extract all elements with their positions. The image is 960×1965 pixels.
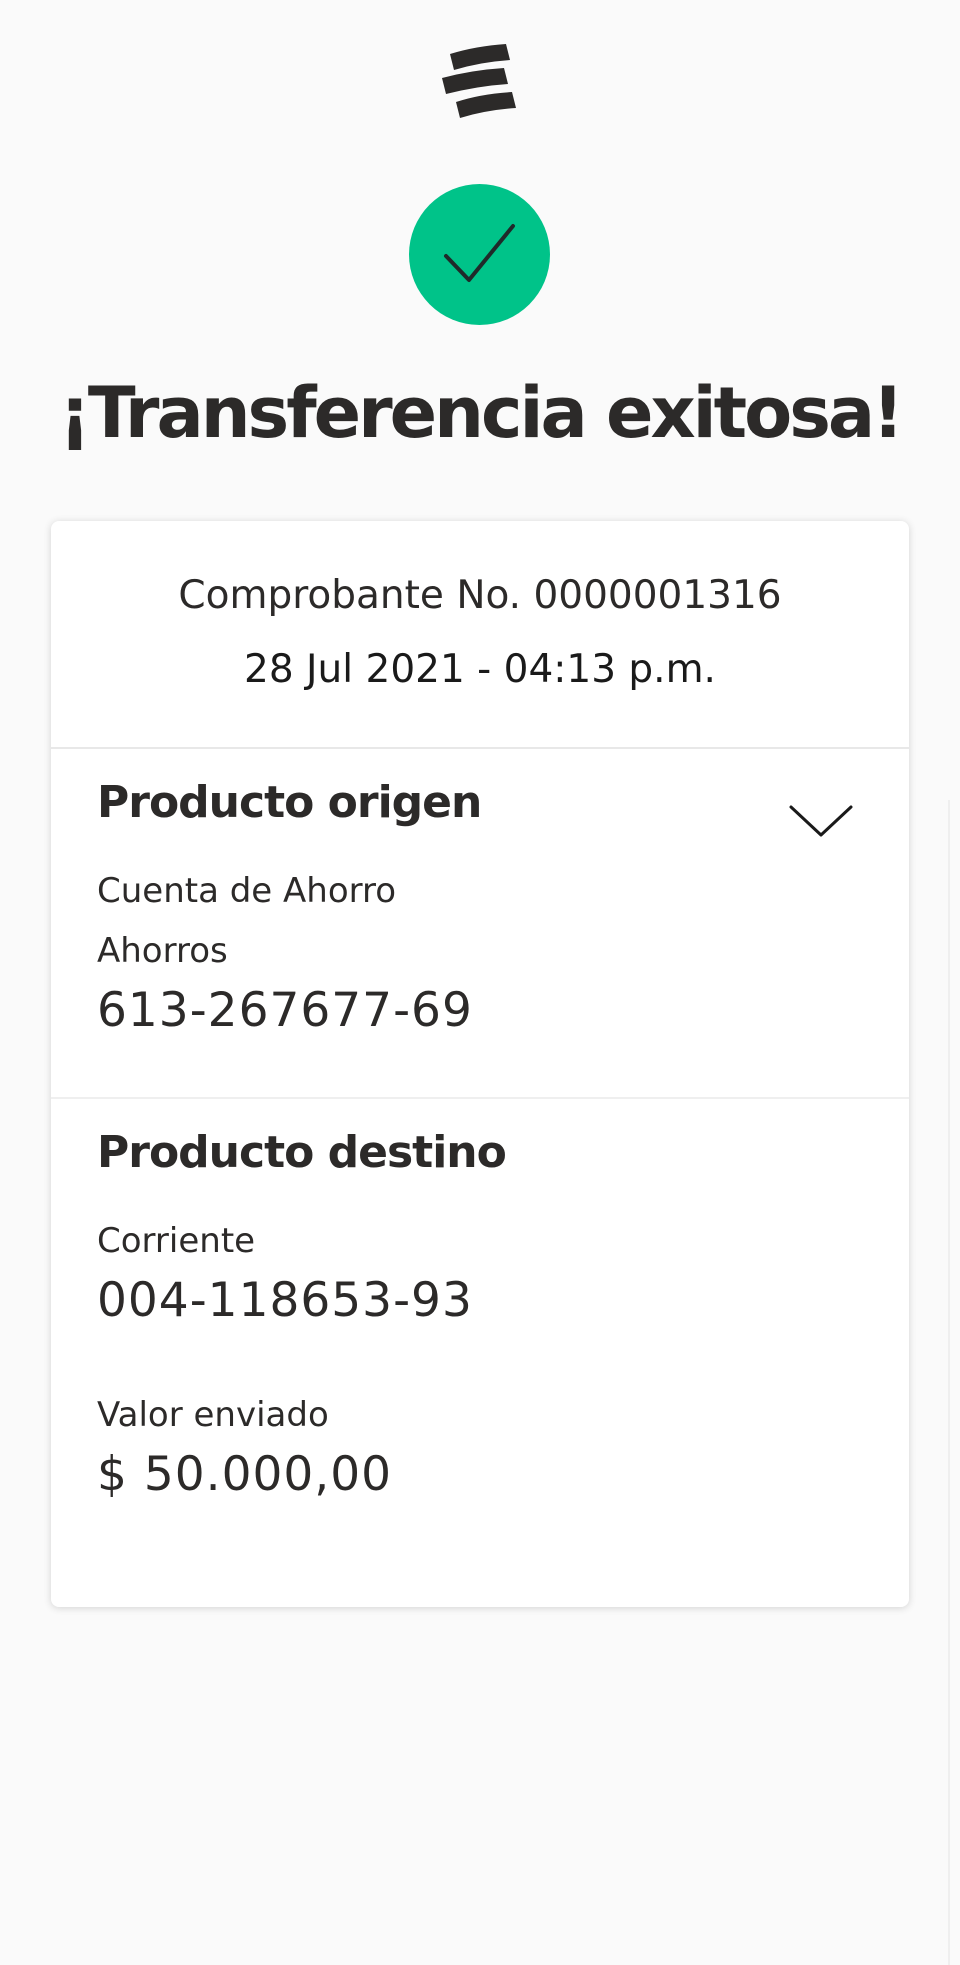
chevron-down-icon[interactable] xyxy=(787,801,855,841)
receipt-header: Comprobante No. 0000001316 28 Jul 2021 -… xyxy=(51,521,909,749)
origin-account-subtype: Ahorros xyxy=(97,931,228,971)
destination-account-type: Corriente xyxy=(97,1221,256,1261)
origin-product-section[interactable]: Producto origen Cuenta de Ahorro Ahorros… xyxy=(51,749,909,1099)
amount-value: $ 50.000,00 xyxy=(97,1447,393,1502)
amount-label: Valor enviado xyxy=(97,1395,329,1435)
receipt-datetime: 28 Jul 2021 - 04:13 p.m. xyxy=(244,647,716,692)
destination-product-section: Producto destino Corriente 004-118653-93… xyxy=(51,1099,909,1607)
bank-logo-icon xyxy=(436,42,520,126)
receipt-number: Comprobante No. 0000001316 xyxy=(178,573,782,618)
destination-account-number: 004-118653-93 xyxy=(97,1273,473,1328)
destination-product-title: Producto destino xyxy=(97,1127,507,1178)
page-title: ¡Transferencia exitosa! xyxy=(58,372,904,454)
success-check-icon xyxy=(409,184,550,325)
origin-account-type: Cuenta de Ahorro xyxy=(97,871,397,911)
origin-product-title: Producto origen xyxy=(97,777,482,828)
scroll-edge-divider xyxy=(948,800,950,1965)
origin-account-number: 613-267677-69 xyxy=(97,983,473,1038)
transfer-receipt-card: Comprobante No. 0000001316 28 Jul 2021 -… xyxy=(51,521,909,1607)
